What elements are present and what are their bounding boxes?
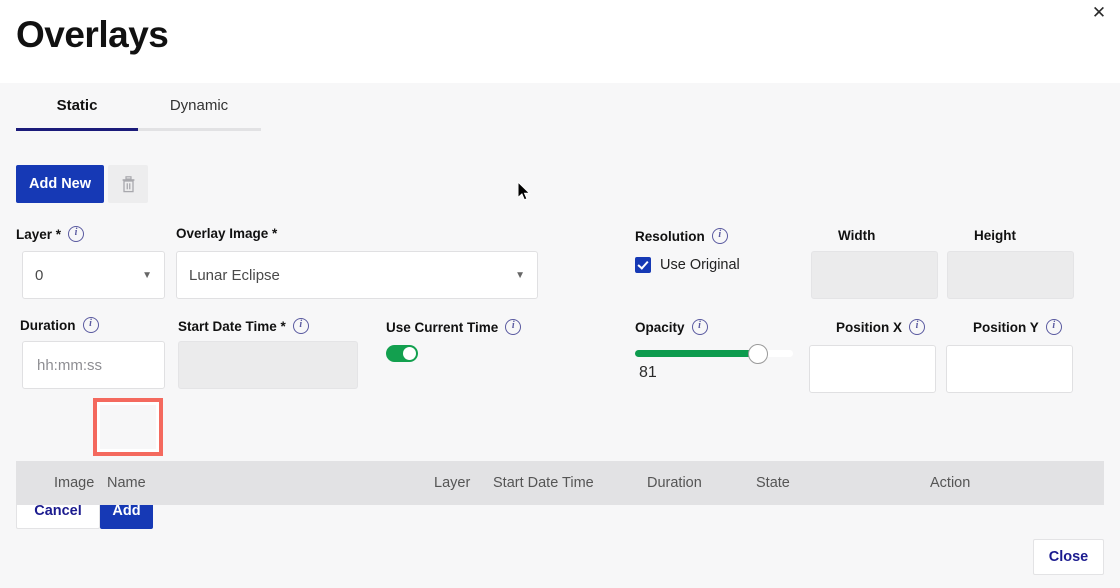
checkbox-box: [635, 257, 651, 273]
opacity-slider-thumb[interactable]: [748, 344, 768, 364]
add-button-annotation-inner: [97, 402, 159, 452]
duration-info-icon[interactable]: i: [83, 317, 99, 333]
use-original-label: Use Original: [660, 257, 740, 273]
opacity-slider[interactable]: [635, 350, 793, 357]
position-y-input[interactable]: [946, 345, 1073, 393]
position-y-label: Position Y i: [973, 319, 1062, 335]
tab-static[interactable]: Static: [16, 97, 138, 126]
column-header-layer: Layer: [434, 475, 470, 491]
width-input: [811, 251, 938, 299]
position-y-info-icon[interactable]: i: [1046, 319, 1062, 335]
use-current-time-info-icon[interactable]: i: [505, 319, 521, 335]
resolution-label: Resolution i: [635, 228, 728, 244]
resolution-info-icon[interactable]: i: [712, 228, 728, 244]
column-header-state: State: [756, 475, 790, 491]
opacity-info-icon[interactable]: i: [692, 319, 708, 335]
close-button[interactable]: Close: [1033, 539, 1104, 575]
duration-label: Duration i: [20, 317, 99, 333]
height-label: Height: [974, 228, 1016, 243]
start-date-time-input: [178, 341, 358, 389]
layer-info-icon[interactable]: i: [68, 226, 84, 242]
opacity-value: 81: [639, 364, 657, 382]
duration-input[interactable]: [22, 341, 165, 389]
delete-button[interactable]: [108, 165, 148, 203]
use-original-checkbox[interactable]: Use Original: [635, 257, 740, 273]
overlay-image-label: Overlay Image *: [176, 226, 277, 241]
tab-dynamic-underline: [138, 128, 261, 131]
use-current-time-toggle[interactable]: [386, 345, 418, 362]
column-header-action: Action: [930, 475, 970, 491]
position-x-info-icon[interactable]: i: [909, 319, 925, 335]
start-date-time-label: Start Date Time * i: [178, 318, 309, 334]
page-title: Overlays: [16, 11, 168, 59]
position-x-label: Position X i: [836, 319, 925, 335]
overlay-image-select[interactable]: Lunar Eclipse ▼: [176, 251, 538, 299]
column-header-name: Name: [107, 475, 146, 491]
tab-static-underline: [16, 128, 138, 131]
chevron-down-icon: ▼: [142, 270, 152, 281]
start-date-time-info-icon[interactable]: i: [293, 318, 309, 334]
layer-select[interactable]: 0 ▼: [22, 251, 165, 299]
layer-select-value: 0: [35, 267, 43, 284]
width-label: Width: [838, 228, 875, 243]
overlay-image-select-value: Lunar Eclipse: [189, 267, 280, 284]
add-button-annotation: [93, 398, 163, 456]
tab-dynamic[interactable]: Dynamic: [138, 97, 260, 126]
close-x-icon[interactable]: ✕: [1088, 2, 1110, 24]
column-header-image: Image: [54, 475, 94, 491]
use-current-time-label: Use Current Time i: [386, 319, 521, 335]
overlays-table-header: Image Name Layer Start Date Time Duratio…: [16, 461, 1104, 505]
trash-icon: [121, 176, 136, 193]
height-input: [947, 251, 1074, 299]
opacity-slider-fill: [635, 350, 757, 357]
dialog-body: Static Dynamic Add New Layer * i 0 ▼ Ove…: [0, 83, 1120, 588]
column-header-duration: Duration: [647, 475, 702, 491]
tab-bar: Static Dynamic: [16, 97, 260, 126]
position-x-input[interactable]: [809, 345, 936, 393]
column-header-start-date-time: Start Date Time: [493, 475, 594, 491]
opacity-label: Opacity i: [635, 319, 708, 335]
layer-label: Layer * i: [16, 226, 84, 242]
dialog-header: Overlays ✕: [0, 0, 1120, 83]
chevron-down-icon: ▼: [515, 270, 525, 281]
add-new-button[interactable]: Add New: [16, 165, 104, 203]
